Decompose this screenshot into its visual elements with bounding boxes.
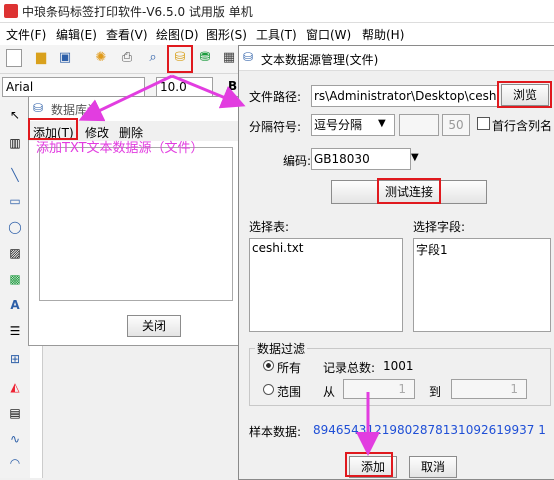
annotation-arrows: [78, 74, 380, 456]
arrow-to-file-path: [171, 74, 246, 109]
arrow-to-add-menu: [78, 74, 173, 122]
